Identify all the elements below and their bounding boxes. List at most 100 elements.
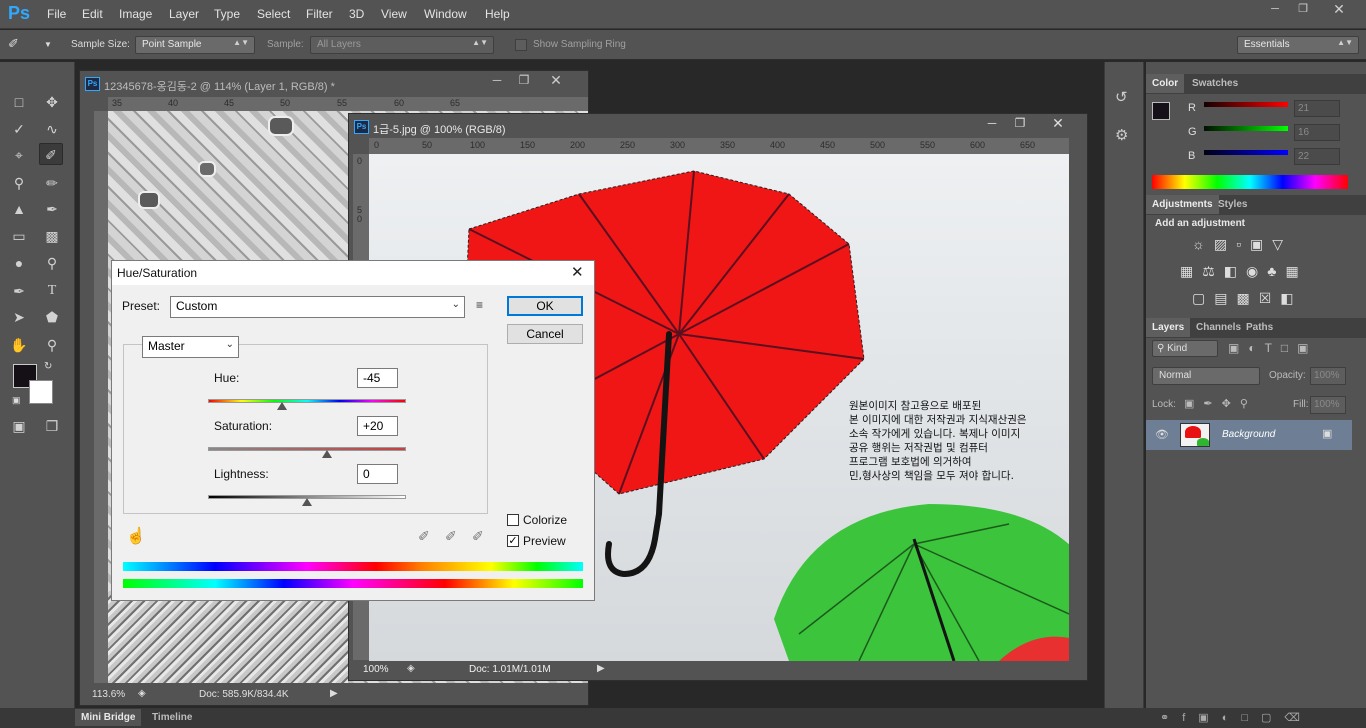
cancel-button[interactable]: Cancel <box>507 324 583 344</box>
lightness-slider-thumb[interactable] <box>302 498 312 506</box>
properties-panel-icon[interactable]: ⚙ <box>1115 126 1128 144</box>
blend-mode-select[interactable]: Normal <box>1152 367 1260 385</box>
quick-selection-tool-icon[interactable]: ∿ <box>40 118 64 140</box>
layer-filter-select[interactable]: ⚲ Kind <box>1152 340 1218 357</box>
preset-select[interactable]: Custom ⌄ <box>170 296 465 318</box>
eyedropper-plus-icon[interactable]: ✐ <box>445 528 457 545</box>
exposure-icon[interactable]: ▣ <box>1250 236 1272 252</box>
brightness-contrast-icon[interactable]: ☼ <box>1192 236 1214 252</box>
document-title-back[interactable]: 12345678-옹김동-2 @ 114% (Layer 1, RGB/8) * <box>104 78 335 94</box>
tab-timeline[interactable]: Timeline <box>146 709 198 726</box>
zoom-tool-icon[interactable]: ⚲ <box>40 334 64 356</box>
saturation-field[interactable]: +20 <box>357 416 398 436</box>
gradient-map-icon[interactable]: ◧ <box>1280 290 1302 306</box>
blur-tool-icon[interactable]: ● <box>7 252 31 274</box>
layer-name[interactable]: Background <box>1222 429 1275 440</box>
status-menu-icon[interactable]: ◈ <box>138 688 146 699</box>
type-tool-icon[interactable]: T <box>40 280 64 302</box>
fill-field[interactable]: 100% <box>1310 396 1346 414</box>
hue-saturation-icon[interactable]: ▦ <box>1180 263 1202 279</box>
close-icon[interactable]: ✕ <box>1047 115 1069 132</box>
eyedropper-icon[interactable]: ✐ <box>8 36 19 52</box>
hue-field[interactable]: -45 <box>357 368 398 388</box>
path-selection-tool-icon[interactable]: ➤ <box>7 306 31 328</box>
default-colors-icon[interactable]: ▣ <box>12 395 21 406</box>
menu-3d[interactable]: 3D <box>349 7 364 21</box>
threshold-icon[interactable]: ▩ <box>1236 290 1258 306</box>
color-balance-icon[interactable]: ⚖ <box>1202 263 1224 279</box>
tab-layers[interactable]: Layers <box>1146 318 1191 337</box>
sample-size-select[interactable]: Point Sample ▲▼ <box>135 36 255 54</box>
adjustment-icons-row-3[interactable]: ▢▤▩☒◧ <box>1192 290 1303 307</box>
status-menu-icon[interactable]: ◈ <box>407 663 415 674</box>
red-slider[interactable] <box>1204 102 1288 107</box>
posterize-icon[interactable]: ▤ <box>1214 290 1236 306</box>
tool-preset-chevron-icon[interactable]: ▼ <box>44 40 52 49</box>
move-tool-icon[interactable]: ✥ <box>40 91 64 113</box>
layer-actions-icons[interactable]: ⚭f▣◐□▢⌫ <box>1160 711 1313 724</box>
menu-filter[interactable]: Filter <box>306 7 333 21</box>
eyedropper-icon[interactable]: ✐ <box>418 528 430 545</box>
restore-icon[interactable]: ❐ <box>1009 116 1031 130</box>
menu-file[interactable]: File <box>47 7 66 21</box>
background-color-swatch[interactable] <box>29 380 53 404</box>
menu-type[interactable]: Type <box>214 7 240 21</box>
tab-adjustments[interactable]: Adjustments <box>1146 195 1219 214</box>
curves-icon[interactable]: ▫ <box>1236 236 1250 252</box>
vibrance-icon[interactable]: ▽ <box>1272 236 1292 252</box>
zoom-level[interactable]: 113.6% <box>92 689 125 700</box>
document-title-front[interactable]: 1급-5.jpg @ 100% (RGB/8) <box>373 121 506 137</box>
adjustment-icons-row-2[interactable]: ▦⚖◧◉♣▦ <box>1180 263 1308 280</box>
new-layer-icon[interactable]: ▢ <box>1261 712 1284 724</box>
minimize-icon[interactable]: ─ <box>1262 2 1288 18</box>
tab-channels[interactable]: Channels <box>1190 318 1247 337</box>
new-group-icon[interactable]: □ <box>1241 712 1261 724</box>
pen-tool-icon[interactable]: ✒ <box>7 280 31 302</box>
opacity-field[interactable]: 100% <box>1310 367 1346 385</box>
eyedropper-minus-icon[interactable]: ✐ <box>472 528 484 545</box>
hue-slider-track[interactable] <box>208 399 406 403</box>
visibility-eye-icon[interactable]: 👁 <box>1155 428 1169 441</box>
saturation-slider-thumb[interactable] <box>321 450 332 458</box>
photo-filter-icon[interactable]: ◉ <box>1246 263 1267 279</box>
link-layers-icon[interactable]: ⚭ <box>1160 712 1182 724</box>
lasso-tool-icon[interactable]: ✓ <box>7 118 31 140</box>
selective-color-icon[interactable]: ☒ <box>1259 290 1281 306</box>
ok-button[interactable]: OK <box>507 296 583 316</box>
colorize-checkbox[interactable] <box>507 514 519 526</box>
tab-styles[interactable]: Styles <box>1212 195 1253 214</box>
marquee-tool-icon[interactable]: □ <box>7 91 31 113</box>
minimize-icon[interactable]: ─ <box>486 73 508 87</box>
preset-options-icon[interactable]: ≡ <box>476 298 483 312</box>
levels-icon[interactable]: ▨ <box>1214 236 1236 252</box>
minimize-icon[interactable]: ─ <box>981 116 1003 130</box>
healing-brush-tool-icon[interactable]: ⚲ <box>7 172 31 194</box>
quick-mask-icon[interactable]: ▣ <box>7 415 31 437</box>
delete-layer-icon[interactable]: ⌫ <box>1284 712 1313 724</box>
menu-image[interactable]: Image <box>119 7 152 21</box>
saturation-slider-track[interactable] <box>208 447 406 451</box>
channel-select[interactable]: Master ⌄ <box>142 336 239 358</box>
hue-slider-thumb[interactable] <box>277 402 288 410</box>
black-white-icon[interactable]: ◧ <box>1224 263 1246 279</box>
tab-paths[interactable]: Paths <box>1240 318 1279 337</box>
menu-help[interactable]: Help <box>485 7 510 21</box>
green-slider[interactable] <box>1204 126 1288 131</box>
invert-icon[interactable]: ▢ <box>1192 290 1214 306</box>
color-lookup-icon[interactable]: ▦ <box>1285 263 1307 279</box>
status-arrow-icon[interactable]: ▶ <box>597 663 605 674</box>
layer-style-icon[interactable]: f <box>1182 712 1198 724</box>
restore-icon[interactable]: ❐ <box>513 73 535 87</box>
swap-colors-icon[interactable]: ↻ <box>44 361 52 372</box>
targeted-adjustment-hand-icon[interactable]: ☝ <box>126 526 146 546</box>
menu-window[interactable]: Window <box>424 7 467 21</box>
adjustment-icons-row-1[interactable]: ☼▨▫▣▽ <box>1192 236 1292 253</box>
history-panel-icon[interactable]: ↺ <box>1115 88 1128 106</box>
shape-tool-icon[interactable]: ⬟ <box>40 306 64 328</box>
lightness-field[interactable]: 0 <box>357 464 398 484</box>
tab-mini-bridge[interactable]: Mini Bridge <box>75 709 142 726</box>
menu-layer[interactable]: Layer <box>169 7 199 21</box>
layer-filter-icons[interactable]: ▣◐T□▣ <box>1228 341 1318 355</box>
zoom-level[interactable]: 100% <box>363 664 389 675</box>
foreground-color-swatch[interactable] <box>1152 102 1170 120</box>
